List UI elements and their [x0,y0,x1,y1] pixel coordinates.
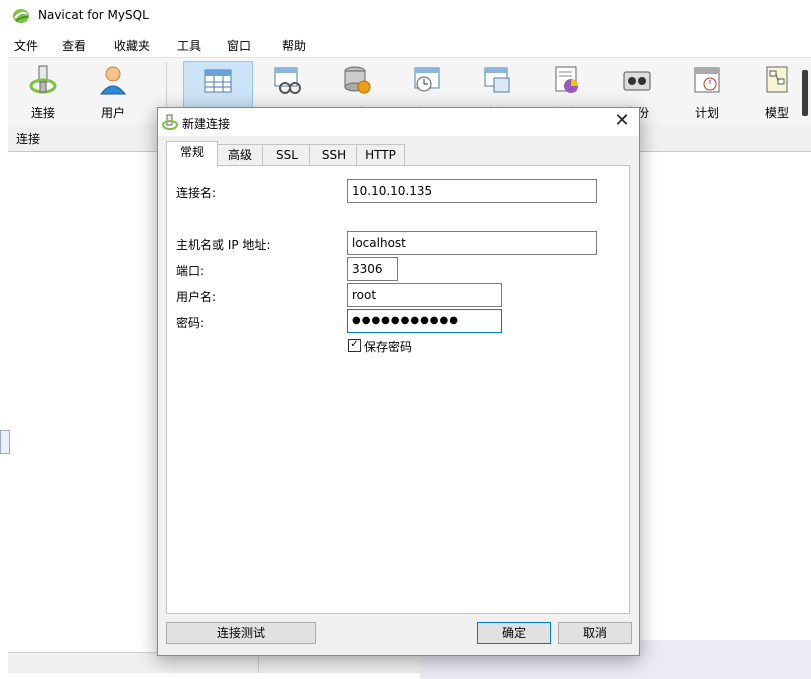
navicat-logo-icon [13,9,29,23]
connection-pane-title: 连接 [16,132,41,146]
scrollbar-thumb[interactable] [802,70,808,116]
user-icon [99,66,127,95]
ok-button[interactable]: 确定 [477,622,551,644]
toolbar-schedule-button[interactable]: 计划 [678,60,736,122]
tab-http[interactable]: HTTP [356,144,405,166]
username-field[interactable]: root [347,283,502,307]
title-bar: Navicat for MySQL [0,0,811,32]
menu-help[interactable]: 帮助 [282,37,306,54]
window-title: Navicat for MySQL [38,8,149,22]
query-icon [484,67,510,93]
toolbar-label: 模型 [764,106,789,120]
port-field[interactable]: 3306 [347,257,398,281]
connect-icon [29,65,57,94]
view-icon [274,67,301,94]
menu-view[interactable]: 查看 [62,37,86,54]
function-icon [344,66,371,94]
tab-advanced[interactable]: 高级 [215,144,265,166]
schedule-icon [694,67,720,93]
username-label: 用户名: [176,290,217,304]
save-password-label: 保存密码 [364,340,413,354]
menu-tools[interactable]: 工具 [177,37,201,54]
toolbar-label: 用户 [100,106,125,120]
backup-icon [623,71,651,91]
test-connection-button[interactable]: 连接测试 [166,622,316,644]
report-icon [555,66,578,93]
new-connection-dialog: 新建连接 ✕ 常规 高级 SSL SSH HTTP 连接名: 10.10.10.… [157,107,640,656]
port-label: 端口: [176,264,205,278]
dialog-title-bar: 新建连接 ✕ [158,108,639,136]
save-password-checkbox[interactable]: ✓ [348,339,361,352]
tab-ssh[interactable]: SSH [309,144,359,166]
window-edge-fragment [0,430,10,454]
cancel-button[interactable]: 取消 [558,622,632,644]
toolbar-label: 连接 [30,106,55,120]
menu-favorites[interactable]: 收藏夹 [114,37,150,54]
toolbar-user-button[interactable]: 用户 [84,60,142,122]
conn-name-label: 连接名: [176,186,217,200]
password-label: 密码: [176,316,205,330]
host-label: 主机名或 IP 地址: [176,238,271,252]
menu-file[interactable]: 文件 [14,37,38,54]
host-field[interactable]: localhost [347,231,597,255]
model-icon [766,66,788,93]
menu-window[interactable]: 窗口 [227,37,251,54]
toolbar-model-button[interactable]: 模型 [748,60,806,122]
status-divider [258,653,259,673]
toolbar-label: 计划 [694,106,719,120]
new-connection-icon [162,114,178,130]
menu-bar: 文件 查看 收藏夹 工具 窗口 帮助 [0,32,811,56]
tab-ssl[interactable]: SSL [262,144,312,166]
password-field[interactable]: ●●●●●●●●●●● [347,309,502,333]
close-icon[interactable]: ✕ [610,112,634,132]
conn-name-field[interactable]: 10.10.10.135 [347,179,597,203]
table-icon [204,69,232,93]
toolbar-connect-button[interactable]: 连接 [14,60,72,122]
event-icon [414,67,440,92]
tab-general[interactable]: 常规 [166,141,218,167]
dialog-title: 新建连接 [182,117,231,131]
